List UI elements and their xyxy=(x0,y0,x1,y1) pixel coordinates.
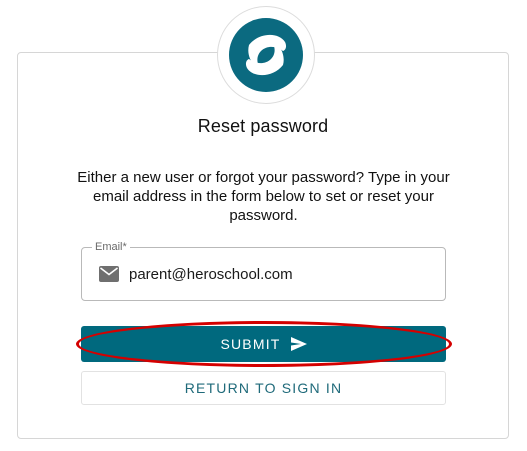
instructions-text: Either a new user or forgot your passwor… xyxy=(77,169,450,224)
return-button-label: RETURN TO SIGN IN xyxy=(184,380,343,396)
send-icon xyxy=(290,337,307,351)
wave-logo-icon xyxy=(229,18,303,92)
submit-button-label: SUBMIT xyxy=(220,336,281,352)
reset-password-page: Reset password Either a new user or forg… xyxy=(0,0,527,451)
email-input[interactable] xyxy=(129,260,429,288)
email-icon xyxy=(99,266,119,282)
submit-button[interactable]: SUBMIT xyxy=(81,326,446,362)
email-label: Email* xyxy=(92,240,130,254)
return-to-sign-in-button[interactable]: RETURN TO SIGN IN xyxy=(81,371,446,405)
brand-logo xyxy=(217,6,315,104)
page-title: Reset password xyxy=(197,116,329,136)
email-field[interactable]: Email* xyxy=(81,240,446,301)
